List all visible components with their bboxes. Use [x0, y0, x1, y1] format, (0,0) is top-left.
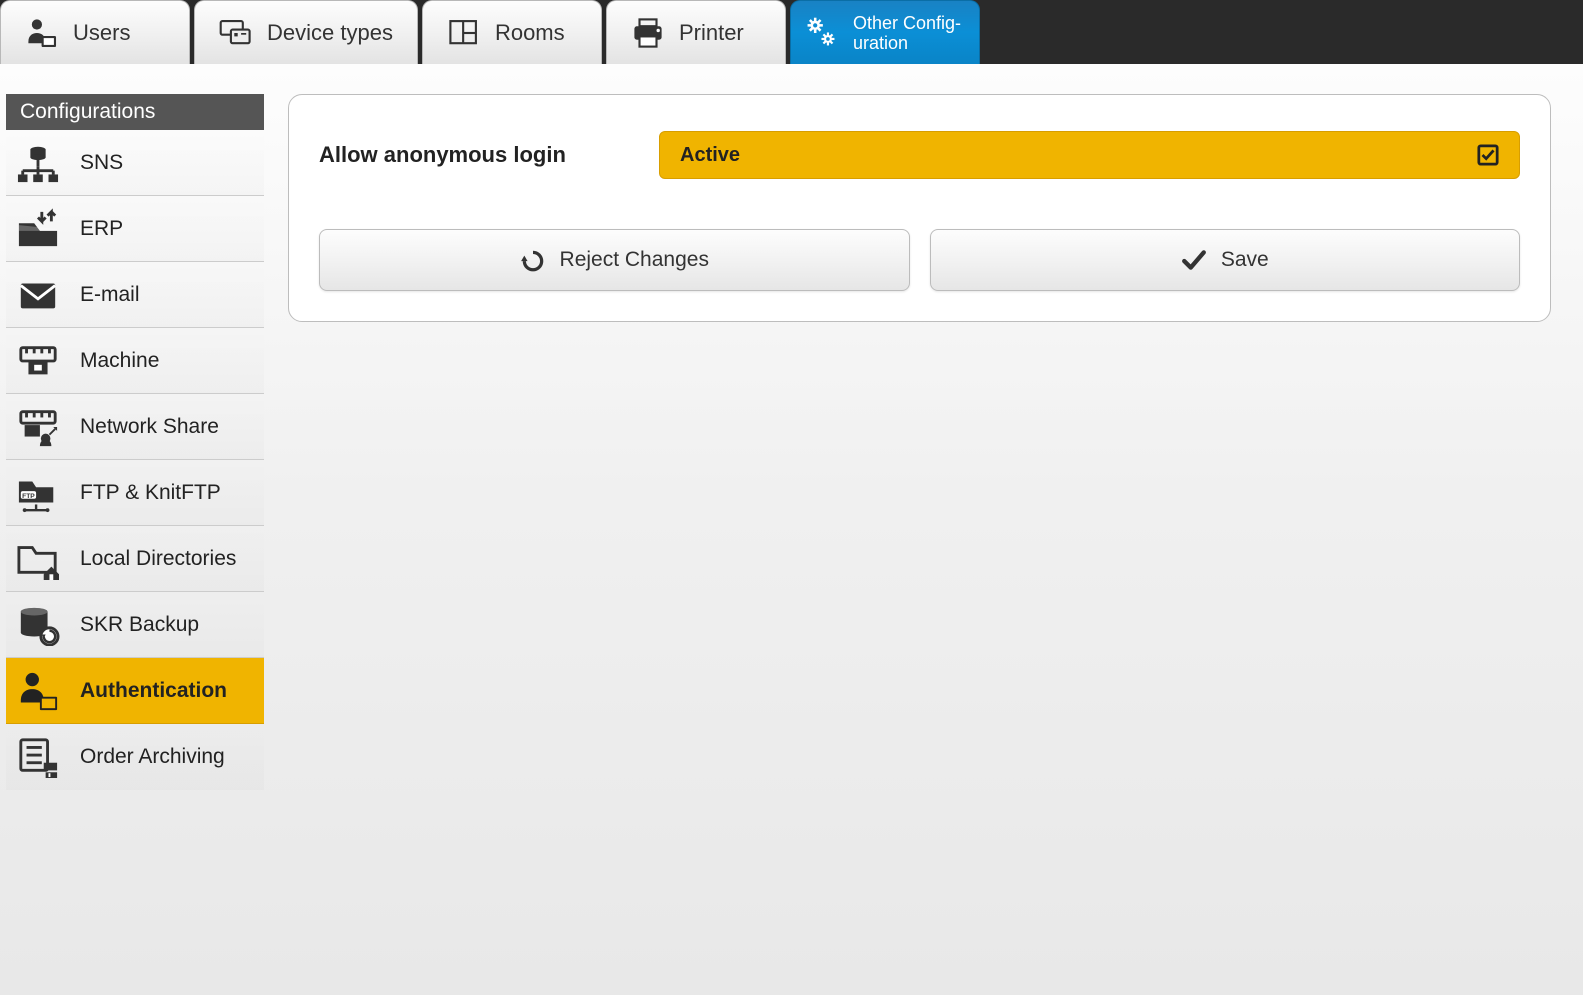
sidebar-item-label: FTP & KnitFTP [80, 481, 221, 505]
save-label: Save [1221, 248, 1269, 272]
sidebar-item-sns[interactable]: SNS [6, 130, 264, 196]
svg-text:FTP: FTP [22, 492, 35, 499]
top-tab-bar: Users Device types Rooms [0, 0, 1583, 64]
tab-printer-label: Printer [679, 20, 744, 46]
action-buttons: Reject Changes Save [319, 229, 1520, 291]
sidebar-item-email[interactable]: E-mail [6, 262, 264, 328]
sidebar-item-ftp[interactable]: FTP FTP & KnitFTP [6, 460, 264, 526]
rooms-icon [447, 16, 481, 50]
setting-allow-anonymous-login: Allow anonymous login Active [319, 131, 1520, 179]
folder-home-icon [14, 537, 62, 581]
network-share-icon [14, 405, 62, 449]
check-icon [1181, 247, 1207, 273]
reject-changes-label: Reject Changes [560, 248, 709, 272]
checkbox-checked-icon [1477, 144, 1499, 166]
ftp-icon: FTP [14, 471, 62, 515]
content-panel: Allow anonymous login Active [288, 94, 1551, 322]
erp-icon [14, 207, 62, 251]
sidebar-item-label: Machine [80, 349, 159, 373]
tab-other-configuration[interactable]: Other Config-uration [790, 0, 980, 64]
sidebar: Configurations SNS [6, 94, 264, 790]
backup-icon [14, 603, 62, 647]
machine-icon [14, 339, 62, 383]
sidebar-item-local-directories[interactable]: Local Directories [6, 526, 264, 592]
tab-rooms[interactable]: Rooms [422, 0, 602, 64]
tab-other-configuration-label: Other Config-uration [853, 13, 965, 53]
tab-users-label: Users [73, 20, 130, 46]
tab-users[interactable]: Users [0, 0, 190, 64]
sidebar-item-authentication[interactable]: Authentication [6, 658, 264, 724]
tab-device-types[interactable]: Device types [194, 0, 418, 64]
devices-icon [219, 16, 253, 50]
sidebar-item-label: ERP [80, 217, 123, 241]
reject-changes-button[interactable]: Reject Changes [319, 229, 910, 291]
save-button[interactable]: Save [930, 229, 1521, 291]
sidebar-item-label: SKR Backup [80, 613, 199, 637]
tab-printer[interactable]: Printer [606, 0, 786, 64]
sidebar-item-label: Order Archiving [80, 745, 225, 769]
sidebar-item-order-archiving[interactable]: Order Archiving [6, 724, 264, 790]
sidebar-item-machine[interactable]: Machine [6, 328, 264, 394]
email-icon [14, 273, 62, 317]
setting-label: Allow anonymous login [319, 142, 659, 168]
sidebar-item-label: Local Directories [80, 547, 236, 571]
main-area: Configurations SNS [0, 64, 1583, 790]
sidebar-item-label: Network Share [80, 415, 219, 439]
tab-device-types-label: Device types [267, 20, 393, 46]
authentication-icon [14, 669, 62, 713]
sidebar-header: Configurations [6, 94, 264, 130]
sidebar-item-label: E-mail [80, 283, 140, 307]
toggle-allow-anonymous-login[interactable]: Active [659, 131, 1520, 179]
toggle-value-label: Active [680, 144, 740, 167]
sidebar-item-label: Authentication [80, 679, 227, 703]
sidebar-item-label: SNS [80, 151, 123, 175]
tab-rooms-label: Rooms [495, 20, 565, 46]
user-icon [25, 16, 59, 50]
sidebar-item-network-share[interactable]: Network Share [6, 394, 264, 460]
sns-icon [14, 141, 62, 185]
gears-icon [805, 16, 839, 50]
archive-icon [14, 735, 62, 779]
sidebar-item-erp[interactable]: ERP [6, 196, 264, 262]
undo-icon [520, 247, 546, 273]
printer-icon [631, 16, 665, 50]
sidebar-item-skr-backup[interactable]: SKR Backup [6, 592, 264, 658]
